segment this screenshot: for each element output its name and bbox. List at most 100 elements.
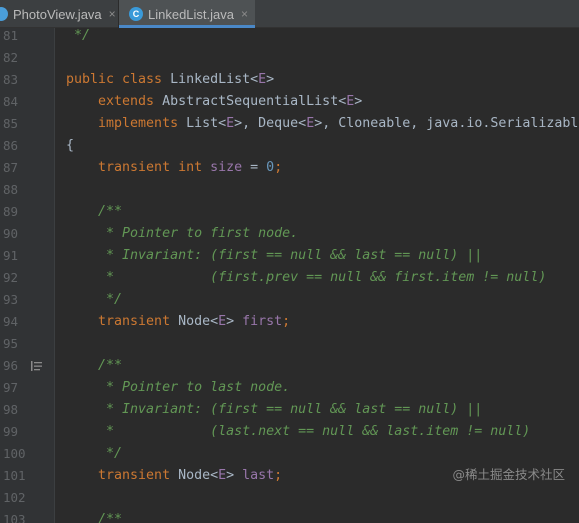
code-line[interactable]: 83 public class LinkedList<E> [0,69,579,91]
code-line[interactable]: 103 /** [0,509,579,523]
line-number: 102 [3,490,26,505]
code-token: ; [274,468,283,483]
code-line[interactable]: 102 [0,487,579,509]
line-number: 85 [3,116,19,131]
code-line[interactable]: 96 /** [0,355,579,377]
code-line[interactable]: 81 */ [0,28,579,47]
code-token: size [210,160,243,175]
code-token: public class [66,72,171,87]
code-token: >, Cloneable, java.io.Serializabl [314,116,579,131]
code-line[interactable]: 95 [0,333,579,355]
code-token: */ [66,446,123,461]
code-line[interactable]: 91 * Invariant: (first == null && last =… [0,245,579,267]
code-token: last [242,468,275,483]
line-number: 98 [3,402,19,417]
code-line[interactable]: 84 extends AbstractSequentialList<E> [0,91,579,113]
code-token: { [66,138,75,153]
line-number: 97 [3,380,19,395]
line-number: 99 [3,424,19,439]
code-text: transient Node<E> first; [66,311,290,333]
code-text: /** [66,355,122,377]
close-tab-icon[interactable]: × [241,7,248,21]
code-token: * (last.next == null && last.item != nul… [66,424,531,439]
code-token: E [218,314,227,329]
code-token: implements [66,116,187,131]
code-line[interactable]: 92 * (first.prev == null && first.item !… [0,267,579,289]
code-text: * Invariant: (first == null && last == n… [66,245,482,267]
tab-linkedlist[interactable]: C LinkedList.java × [119,0,255,28]
java-file-icon [0,7,8,21]
code-line[interactable]: 89 /** [0,201,579,223]
code-token: > [266,72,275,87]
line-number: 100 [3,446,26,461]
code-token: */ [66,28,91,43]
code-token: Node< [178,468,219,483]
code-token: */ [66,292,123,307]
code-token: >, Deque< [234,116,307,131]
code-text: */ [66,443,122,465]
code-editor[interactable]: 81 */82 83 public class LinkedList<E> 84 ex… [0,28,579,523]
code-token: E [226,116,235,131]
code-text: extends AbstractSequentialList<E> [66,91,362,113]
line-number: 101 [3,468,26,483]
code-token: ; [282,314,291,329]
code-token: * (first.prev == null && first.item != n… [66,270,547,285]
code-token: > [226,468,243,483]
line-number: 82 [3,50,19,65]
line-number: 88 [3,182,19,197]
code-token: E [258,72,267,87]
code-line[interactable]: 93 */ [0,289,579,311]
code-token: * Invariant: (first == null && last == n… [66,248,483,263]
line-number: 92 [3,270,19,285]
code-text: { [66,135,74,157]
line-number: 96 [3,358,19,373]
code-line[interactable]: 90 * Pointer to first node. [0,223,579,245]
code-token: /** [66,358,123,373]
class-c-icon: C [129,7,143,21]
code-text: /** [66,509,122,523]
line-number: 87 [3,160,19,175]
code-text: * Pointer to last node. [66,377,290,399]
code-line[interactable]: 85 implements List<E>, Deque<E>, Cloneab… [0,113,579,135]
code-text: transient Node<E> last; [66,465,282,487]
code-token: Node< [178,314,219,329]
watermark: @稀土掘金技术社区 [452,467,565,482]
implements-marker-icon[interactable] [31,360,43,372]
code-line[interactable]: 99 * (last.next == null && last.item != … [0,421,579,443]
line-number: 95 [3,336,19,351]
code-line[interactable]: 86 { [0,135,579,157]
line-number: 90 [3,226,19,241]
line-number: 94 [3,314,19,329]
code-token: AbstractSequentialList< [162,94,347,109]
line-number: 81 [3,28,19,43]
code-text: implements List<E>, Deque<E>, Cloneable,… [66,113,578,135]
line-number: 84 [3,94,19,109]
line-number: 89 [3,204,19,219]
close-tab-icon[interactable]: × [109,7,116,21]
line-number: 93 [3,292,19,307]
code-text: */ [66,28,90,47]
code-token: LinkedList< [170,72,259,87]
code-text: * (first.prev == null && first.item != n… [66,267,546,289]
code-text: * (last.next == null && last.item != nul… [66,421,530,443]
code-line[interactable]: 88 [0,179,579,201]
code-line[interactable]: 98 * Invariant: (first == null && last =… [0,399,579,421]
code-token: List< [186,116,227,131]
line-number: 86 [3,138,19,153]
code-line[interactable]: 87 transient int size = 0; [0,157,579,179]
code-token: * Pointer to last node. [66,380,291,395]
code-line[interactable]: 82 [0,47,579,69]
code-token: transient [66,314,179,329]
line-number: 103 [3,512,26,523]
code-line[interactable]: 100 */ [0,443,579,465]
tab-label: LinkedList.java [148,6,234,22]
code-text: /** [66,201,122,223]
code-token: * Invariant: (first == null && last == n… [66,402,483,417]
code-line[interactable]: 97 * Pointer to last node. [0,377,579,399]
line-number: 83 [3,72,19,87]
line-number: 91 [3,248,19,263]
code-token: > [226,314,243,329]
tab-photoview[interactable]: PhotoView.java × [0,0,118,28]
code-line[interactable]: 94 transient Node<E> first; [0,311,579,333]
code-token: E [218,468,227,483]
